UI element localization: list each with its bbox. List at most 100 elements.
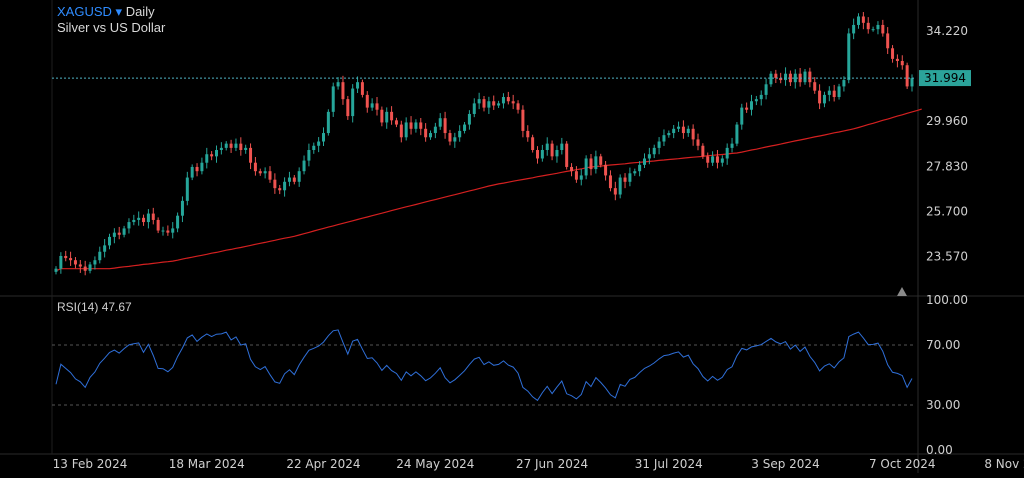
candle (754, 99, 758, 102)
candle (818, 90, 822, 104)
candle (385, 111, 389, 123)
price-tick-label: 34.220 (926, 24, 968, 38)
candle (458, 130, 462, 138)
rsi-tick-label: 30.00 (926, 398, 960, 412)
candle (370, 103, 374, 108)
rsi-legend: RSI(14) 47.67 (57, 300, 132, 314)
candle (910, 78, 914, 87)
candle (273, 179, 277, 189)
candle (735, 124, 739, 144)
candle (443, 118, 447, 134)
candle (487, 101, 491, 108)
candle (871, 29, 875, 31)
candle (857, 16, 860, 25)
rsi-tick-label: 70.00 (926, 338, 960, 352)
candle (317, 141, 321, 146)
rsi-series (55, 329, 913, 402)
rsi-line (55, 329, 913, 402)
candle (322, 133, 325, 142)
rsi-label: RSI(14) (57, 300, 99, 314)
candle (662, 135, 666, 142)
candle (453, 137, 457, 142)
candle (784, 73, 788, 81)
candle (438, 118, 442, 127)
candle (677, 126, 681, 129)
candle (448, 133, 452, 142)
axes: 23.570 25.700 27.830 29.960 34.220 31.994 0.00… (52, 24, 1024, 471)
candle (263, 171, 267, 174)
candle (657, 141, 661, 148)
candle (681, 126, 685, 134)
candle (613, 188, 617, 195)
candle (511, 101, 515, 104)
candle (813, 82, 817, 91)
trading-chart[interactable]: 23.570 25.700 27.830 29.960 34.220 31.994 0.00… (0, 0, 1024, 473)
candle (210, 154, 214, 157)
candle (861, 16, 865, 23)
candle (307, 150, 311, 161)
chart-canvas[interactable]: 23.570 25.700 27.830 29.960 34.220 31.994 0.00… (0, 0, 1024, 473)
candle (832, 90, 836, 98)
candle (891, 48, 895, 59)
candle (215, 150, 218, 157)
timeframe-label[interactable]: Daily (126, 4, 155, 19)
candle (594, 156, 598, 170)
candle (185, 177, 189, 201)
candle (570, 166, 574, 172)
candle (83, 266, 87, 271)
candle (249, 147, 253, 163)
candle (467, 113, 471, 125)
candle (720, 158, 724, 163)
time-tick-label: 27 Jun 2024 (516, 457, 588, 471)
candle (599, 156, 603, 165)
candle (574, 171, 578, 180)
time-tick-label: 13 Feb 2024 (53, 457, 128, 471)
candle (292, 177, 296, 182)
candle (696, 139, 700, 146)
rsi-tick-label: 0.00 (926, 443, 953, 457)
grid (0, 0, 1024, 473)
candle (239, 143, 243, 150)
candle (283, 181, 287, 191)
candle (482, 99, 486, 108)
time-tick-label: 8 Nov 2024 (984, 457, 1024, 471)
price-tick-label: 25.700 (926, 204, 968, 218)
candle (312, 145, 316, 150)
candle (287, 177, 291, 182)
price-tick-label: 29.960 (926, 114, 968, 128)
candle (78, 264, 82, 267)
candle (176, 215, 180, 229)
candle (375, 103, 379, 110)
candle (881, 24, 885, 34)
candle (555, 150, 559, 157)
candle (584, 158, 588, 176)
candle (365, 94, 369, 108)
candle (759, 94, 763, 100)
candle (686, 128, 690, 134)
candle (618, 177, 622, 195)
candle (244, 147, 248, 150)
candle (822, 94, 826, 104)
candle (847, 33, 851, 81)
candle (234, 143, 238, 148)
candle (127, 222, 131, 229)
candle (900, 60, 904, 66)
candle (346, 99, 350, 117)
candle (302, 160, 306, 172)
scroll-marker-icon[interactable] (897, 287, 907, 296)
candle (750, 101, 753, 110)
candle (536, 150, 539, 159)
candle (827, 90, 831, 95)
symbol-selector[interactable]: XAGUSD ▾ (57, 4, 126, 19)
candle (409, 122, 413, 129)
candle (360, 82, 364, 95)
candle (278, 188, 282, 191)
candle (672, 128, 676, 134)
candle (579, 175, 583, 180)
candle (623, 177, 627, 182)
candle (69, 258, 73, 261)
candle (633, 171, 637, 174)
candle (429, 133, 432, 138)
candle (715, 156, 719, 163)
candle (647, 154, 651, 159)
